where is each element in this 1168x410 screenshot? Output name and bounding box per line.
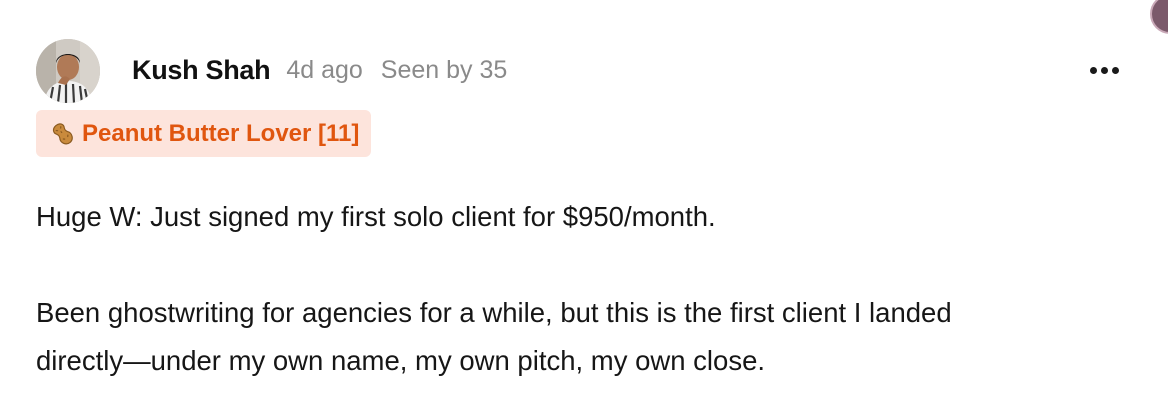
post-time: 4d ago (286, 55, 363, 84)
post-paragraph: Huge W: Just signed my first solo client… (36, 201, 716, 232)
author-meta-row: Kush Shah 4d ago Seen by 35 (132, 50, 507, 90)
current-user-avatar[interactable] (1150, 0, 1168, 34)
more-horizontal-icon (1089, 66, 1097, 74)
badge-label: Peanut Butter Lover [11] (82, 119, 360, 147)
seen-by-count[interactable]: Seen by 35 (381, 56, 508, 85)
user-badge: Peanut Butter Lover [11] (36, 110, 372, 157)
more-icon-dot (1111, 66, 1119, 74)
post-body: Huge W: Just signed my first solo client… (36, 193, 1136, 385)
avatar-image (36, 39, 100, 103)
post-paragraph: directly—under my own name, my own pitch… (36, 345, 766, 376)
author-name[interactable]: Kush Shah (132, 55, 271, 86)
post-paragraph: Been ghostwriting for agencies for a whi… (36, 297, 952, 328)
peanut-icon (50, 121, 76, 147)
post-card: Kush Shah 4d ago Seen by 35 Peanut Butte… (0, 0, 1168, 410)
more-icon-dot (1100, 66, 1108, 74)
more-options-button[interactable] (1080, 56, 1128, 84)
author-avatar[interactable] (36, 39, 100, 103)
